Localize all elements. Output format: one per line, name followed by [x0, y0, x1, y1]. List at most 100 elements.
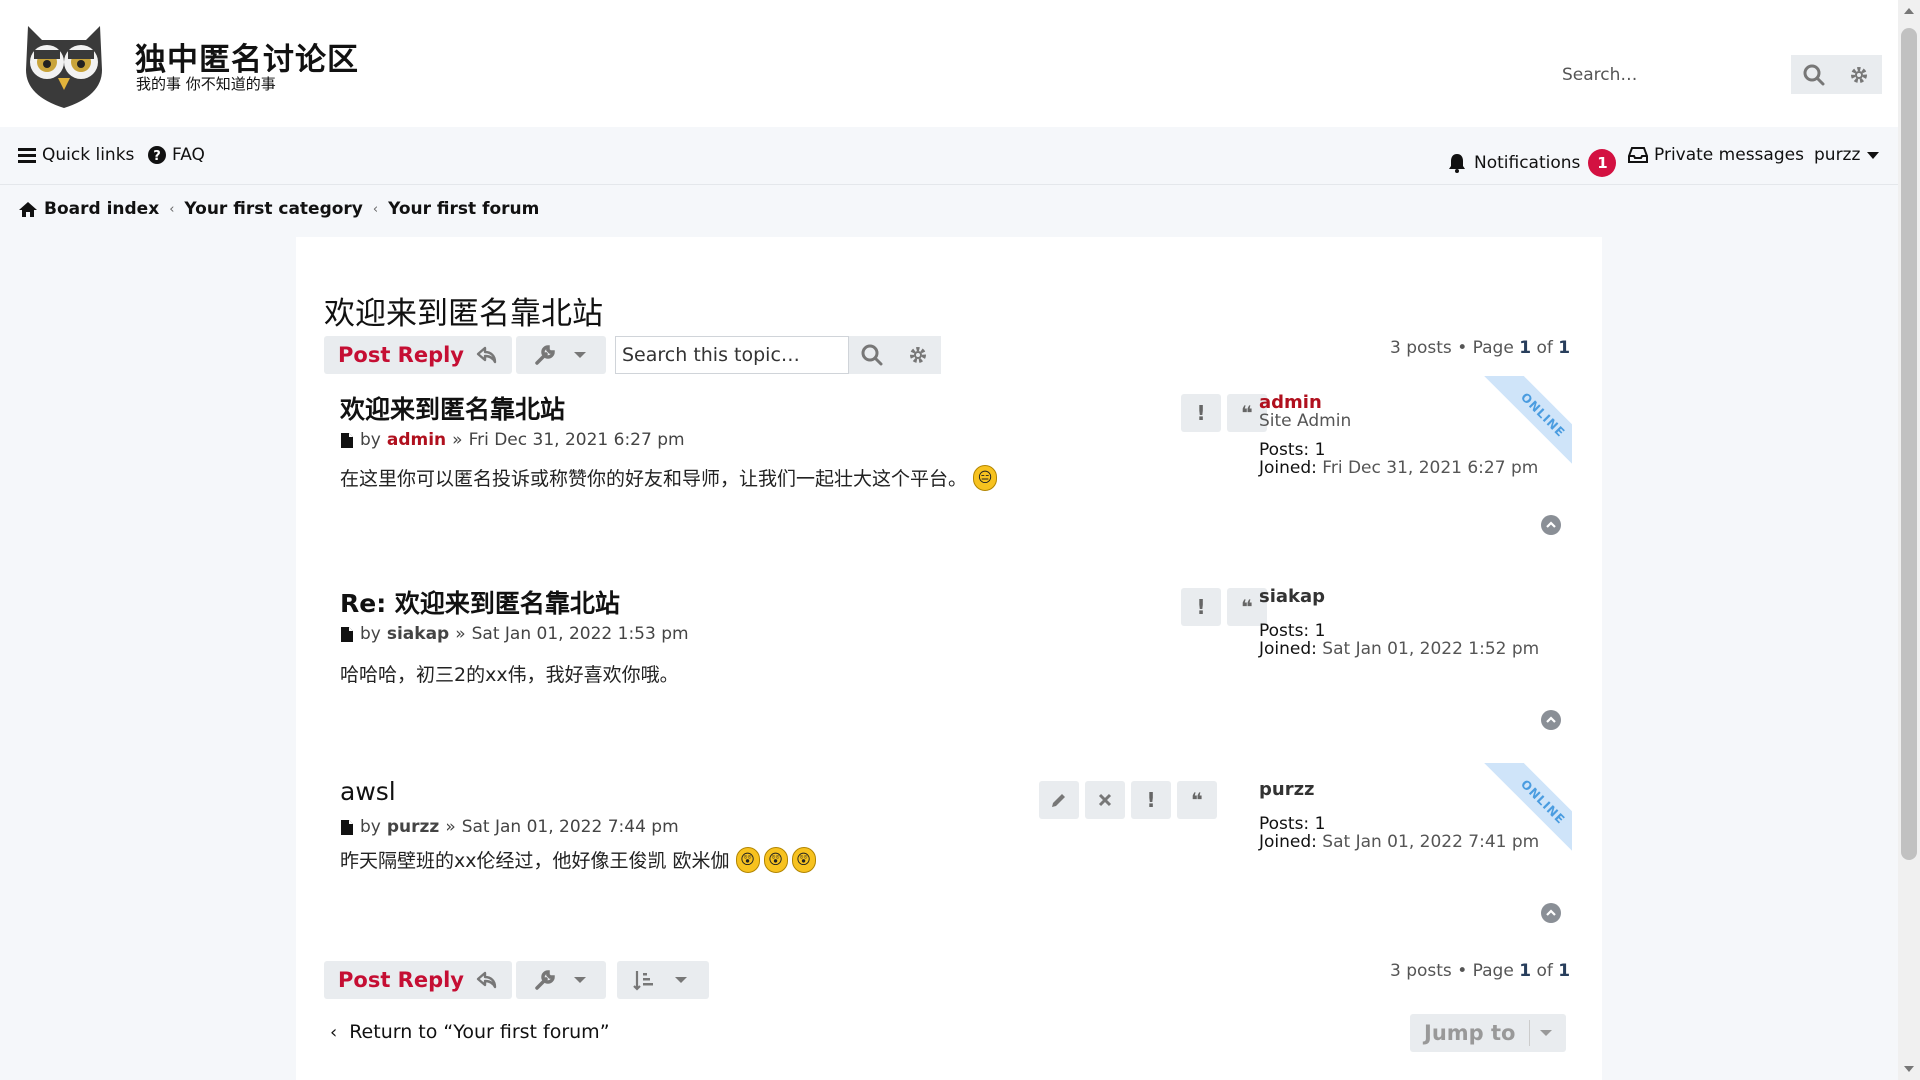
site-search-input[interactable]	[1550, 55, 1792, 94]
post-author[interactable]: admin	[387, 430, 446, 450]
by-label: by	[360, 430, 381, 450]
user-menu[interactable]: purzz	[1814, 145, 1880, 165]
joined-label: Joined:	[1259, 458, 1317, 478]
profile-username[interactable]: siakap	[1259, 588, 1539, 606]
post-title[interactable]: 欢迎来到匿名靠北站	[340, 390, 565, 426]
pencil-icon	[1052, 794, 1065, 807]
online-label: ONLINE	[1483, 376, 1572, 469]
post-profile: siakap Posts: 1 Joined: Sat Jan 01, 2022…	[1259, 588, 1539, 659]
topic-search-button[interactable]	[849, 336, 895, 374]
post-title[interactable]: awsl	[340, 777, 396, 806]
wrench-icon	[535, 970, 555, 990]
page-label: Page	[1472, 338, 1514, 358]
back-to-top-button[interactable]	[1541, 710, 1561, 730]
breadcrumb-category[interactable]: Your first category	[184, 199, 363, 219]
exclamation-icon: !	[1196, 401, 1206, 425]
topic-title[interactable]: 欢迎来到匿名靠北站	[324, 288, 603, 333]
page-scrollbar[interactable]	[1898, 0, 1920, 1080]
topic-advanced-search-button[interactable]	[895, 336, 941, 374]
topic-tools-dropdown-bottom[interactable]	[516, 961, 606, 999]
by-label: by	[360, 624, 381, 644]
sort-icon	[633, 971, 653, 991]
post-count: 3 posts	[1390, 961, 1452, 981]
caret-down-icon	[1867, 152, 1880, 159]
post-buttons: ! ❝	[1181, 588, 1267, 626]
sort-options-dropdown[interactable]	[617, 961, 709, 999]
meta-separator: »	[455, 624, 466, 644]
delete-button[interactable]	[1085, 781, 1125, 819]
inbox-icon	[1628, 147, 1648, 163]
post-author[interactable]: siakap	[387, 624, 449, 644]
total-pages: 1	[1558, 961, 1571, 981]
quick-links-menu[interactable]: Quick links	[18, 145, 134, 165]
divider	[1529, 1020, 1531, 1046]
edit-button[interactable]	[1039, 781, 1079, 819]
report-button[interactable]: !	[1181, 588, 1221, 626]
post-reply-button-bottom[interactable]: Post Reply	[324, 961, 512, 999]
faq-link[interactable]: ? FAQ	[148, 145, 205, 165]
notifications-menu[interactable]: Notifications 1	[1448, 149, 1617, 177]
by-label: by	[360, 817, 381, 837]
back-to-top-button[interactable]	[1541, 515, 1561, 535]
post-buttons: ! ❝	[1181, 394, 1267, 432]
owl-logo-icon[interactable]	[20, 20, 108, 108]
posts-label: Posts:	[1259, 814, 1310, 834]
scroll-down-arrow-icon[interactable]	[1904, 1066, 1914, 1072]
topic-panel: 欢迎来到匿名靠北站 Post Reply 3 posts • Page 1 of…	[296, 237, 1602, 1080]
post-text: 在这里你可以匿名投诉或称赞你的好友和导师，让我们一起壮大这个平台。	[340, 468, 968, 490]
username-label: purzz	[1814, 145, 1861, 165]
breadcrumb-board-index[interactable]: Board index	[44, 199, 159, 219]
post-meta: by admin » Fri Dec 31, 2021 6:27 pm	[340, 430, 685, 450]
return-to-forum-link[interactable]: ‹ Return to “Your first forum”	[330, 1021, 610, 1043]
profile-posts-count[interactable]: 1	[1315, 621, 1326, 641]
site-search-button[interactable]	[1791, 55, 1837, 94]
scroll-up-arrow-icon[interactable]	[1904, 8, 1914, 14]
advanced-search-button[interactable]	[1836, 55, 1883, 94]
post-title[interactable]: Re: 欢迎来到匿名靠北站	[340, 584, 620, 620]
private-messages-label: Private messages	[1654, 145, 1804, 165]
chevron-up-circle-icon	[1546, 909, 1556, 916]
gear-icon	[1851, 66, 1868, 83]
topic-tools-dropdown[interactable]	[516, 336, 606, 374]
quote-button[interactable]: ❝	[1177, 781, 1217, 819]
post-meta: by siakap » Sat Jan 01, 2022 1:53 pm	[340, 624, 689, 644]
posts-label: Posts:	[1259, 621, 1310, 641]
site-search	[1550, 55, 1883, 94]
page-label: Page	[1472, 961, 1514, 981]
report-button[interactable]: !	[1181, 394, 1221, 432]
breadcrumb-forum[interactable]: Your first forum	[388, 199, 539, 219]
joined-label: Joined:	[1259, 639, 1317, 659]
bell-icon	[1449, 154, 1465, 173]
chevron-up-circle-icon	[1546, 521, 1556, 528]
jump-to-dropdown[interactable]: Jump to	[1410, 1014, 1566, 1052]
emoji: 😑	[973, 464, 998, 491]
exclamation-icon: !	[1196, 595, 1206, 619]
online-ribbon: ONLINE	[1479, 376, 1572, 469]
current-page: 1	[1519, 338, 1532, 358]
profile-posts-count[interactable]: 1	[1315, 440, 1326, 460]
post-reply-label: Post Reply	[338, 343, 464, 367]
post: awsl by purzz » Sat Jan 01, 2022 7:44 pm…	[296, 763, 1602, 967]
back-to-top-button[interactable]	[1541, 903, 1561, 923]
meta-separator: »	[445, 817, 456, 837]
report-button[interactable]: !	[1131, 781, 1171, 819]
profile-posts-count[interactable]: 1	[1315, 814, 1326, 834]
private-messages-link[interactable]: Private messages	[1628, 145, 1804, 165]
post-reply-button[interactable]: Post Reply	[324, 336, 512, 374]
home-icon	[19, 201, 37, 217]
post-body: 哈哈哈，初三2的xx伟，我好喜欢你哦。	[340, 660, 679, 687]
search-icon	[1803, 64, 1825, 85]
reply-icon	[476, 346, 497, 364]
notifications-label: Notifications	[1474, 153, 1581, 173]
search-icon	[861, 344, 883, 366]
emoji: 😲	[735, 846, 760, 873]
file-icon	[341, 819, 353, 835]
scrollbar-thumb[interactable]	[1901, 28, 1917, 860]
post: 欢迎来到匿名靠北站 by admin » Fri Dec 31, 2021 6:…	[296, 376, 1602, 580]
site-description: 我的事 你不知道的事	[136, 75, 276, 93]
post-author[interactable]: purzz	[387, 817, 439, 837]
breadcrumb: Board index ‹ Your first category ‹ Your…	[18, 199, 539, 219]
bars-icon	[18, 148, 36, 163]
return-label: Return to “Your first forum”	[349, 1021, 610, 1043]
topic-search-input[interactable]	[615, 336, 849, 374]
